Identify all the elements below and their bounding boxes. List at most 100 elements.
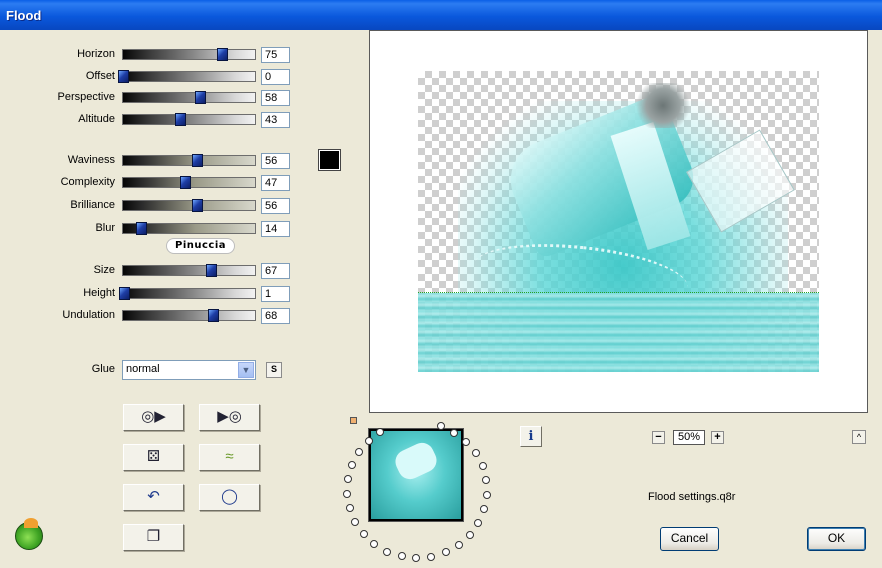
complexity-value-field[interactable]: 47 (261, 175, 290, 191)
complexity-slider[interactable] (122, 176, 256, 189)
navigator-ring-dot (471, 449, 480, 458)
height-value-field[interactable]: 1 (261, 286, 290, 302)
perspective-slider[interactable] (122, 91, 256, 104)
waviness-slider[interactable] (122, 154, 256, 167)
height-label: Height (83, 287, 115, 299)
zoom-out-button[interactable]: − (652, 431, 665, 444)
disc-arrow-icon: ◎▶ (141, 408, 166, 425)
color-swatch[interactable] (318, 149, 341, 171)
cancel-button[interactable]: Cancel (660, 527, 719, 551)
caret-up-icon: ^ (856, 432, 862, 442)
brilliance-label: Brilliance (70, 199, 115, 211)
wave-icon: ≈ (225, 448, 234, 465)
horizon-slider-thumb[interactable] (217, 48, 228, 61)
circle-reset-icon: ◯ (221, 488, 238, 505)
thumbnail-image (371, 431, 461, 519)
horizon-slider[interactable] (122, 48, 256, 61)
load-preset-button[interactable]: ◎▶ (123, 404, 184, 431)
navigator-ring-dot (351, 517, 360, 526)
perspective-value-field[interactable]: 58 (261, 90, 290, 106)
height-slider-thumb[interactable] (119, 287, 131, 300)
horizon-line[interactable] (418, 292, 819, 293)
navigator-ring-dot (364, 436, 373, 445)
brilliance-value-field[interactable]: 56 (261, 198, 290, 214)
copy-button[interactable]: ❐ (123, 524, 184, 551)
thumbnail-navigator[interactable] (368, 428, 464, 522)
offset-slider-thumb[interactable] (118, 70, 129, 83)
altitude-slider[interactable] (122, 113, 256, 126)
save-preset-button[interactable]: ▶◎ (199, 404, 260, 431)
navigator-ring-dot (478, 462, 487, 471)
collapse-button[interactable]: ^ (852, 430, 866, 444)
minus-icon: − (655, 431, 662, 443)
brilliance-slider-thumb[interactable] (191, 199, 203, 212)
blur-value-field[interactable]: 14 (261, 221, 290, 237)
altitude-value-field[interactable]: 43 (261, 112, 290, 128)
size-slider[interactable] (122, 264, 256, 277)
horizon-value-field[interactable]: 75 (261, 47, 290, 63)
chevron-down-icon[interactable]: ▼ (238, 362, 254, 378)
navigator-ring-dot (454, 540, 463, 549)
dice-icon: ⚄ (146, 448, 161, 465)
size-value-field[interactable]: 67 (261, 263, 290, 279)
waviness-label: Waviness (67, 154, 115, 166)
blur-label: Blur (95, 222, 115, 234)
offset-value-field[interactable]: 0 (261, 69, 290, 85)
navigator-ring-dot (397, 552, 406, 561)
navigator-ring-dot (354, 448, 363, 457)
undulation-slider[interactable] (122, 309, 256, 322)
navigator-ring-dot (462, 437, 471, 446)
wave-button[interactable]: ≈ (199, 444, 260, 471)
navigator-ring-dot (482, 490, 491, 499)
plus-icon: + (714, 431, 721, 443)
glue-selected-value: normal (126, 363, 160, 375)
undo-button[interactable]: ↶ (123, 484, 184, 511)
navigator-ring-dot (482, 476, 491, 485)
randomize-button[interactable]: ⚄ (123, 444, 184, 471)
perspective-slider-thumb[interactable] (194, 91, 206, 104)
offset-slider[interactable] (118, 70, 256, 83)
blur-slider[interactable] (122, 222, 256, 235)
navigator-ring-dot (347, 461, 356, 470)
waviness-value-field[interactable]: 56 (261, 153, 290, 169)
ok-button[interactable]: OK (807, 527, 866, 551)
glue-select[interactable]: normal ▼ (122, 360, 256, 380)
navigator-ring-dot (343, 475, 352, 484)
zoom-in-button[interactable]: + (711, 431, 724, 444)
navigator-ring-dot (474, 518, 483, 527)
dialog-body: Horizon 75 Offset 0 Perspective 58 Altitude 43 W… (0, 30, 882, 568)
blur-slider-thumb[interactable] (136, 222, 148, 235)
size-label: Size (93, 264, 115, 276)
undulation-value-field[interactable]: 68 (261, 308, 290, 324)
thumbnail-handle[interactable] (350, 417, 357, 424)
brilliance-slider[interactable] (122, 199, 256, 212)
info-icon: i (528, 429, 534, 444)
title-bar: Flood (0, 0, 882, 30)
bow-shape (633, 83, 693, 128)
document-copy-icon: ❐ (146, 528, 161, 545)
waviness-slider-thumb[interactable] (191, 154, 203, 167)
zoom-level: 50% (673, 430, 705, 445)
complexity-slider-thumb[interactable] (180, 176, 192, 189)
undulation-slider-thumb[interactable] (207, 309, 219, 322)
navigator-ring-dot (427, 552, 436, 561)
glue-extra-button[interactable]: S (266, 362, 282, 378)
height-slider[interactable] (119, 287, 256, 300)
settings-filename: Flood settings.q8r (648, 491, 736, 503)
navigator-ring-dot (345, 504, 354, 513)
app-logo-icon (15, 518, 43, 550)
size-slider-thumb[interactable] (206, 264, 218, 277)
altitude-slider-thumb[interactable] (174, 113, 186, 126)
navigator-ring-dot (480, 505, 489, 514)
undulation-label: Undulation (62, 309, 115, 321)
preview-image (418, 71, 819, 372)
navigator-ring-dot (412, 553, 421, 562)
altitude-label: Altitude (78, 113, 115, 125)
glue-label: Glue (91, 363, 115, 375)
navigator-ring-dot (359, 529, 368, 538)
info-button[interactable]: i (520, 426, 542, 447)
water-reflection (418, 293, 819, 372)
preview-panel[interactable] (369, 30, 868, 413)
undo-arrow-icon: ↶ (147, 488, 160, 505)
reset-button[interactable]: ◯ (199, 484, 260, 511)
